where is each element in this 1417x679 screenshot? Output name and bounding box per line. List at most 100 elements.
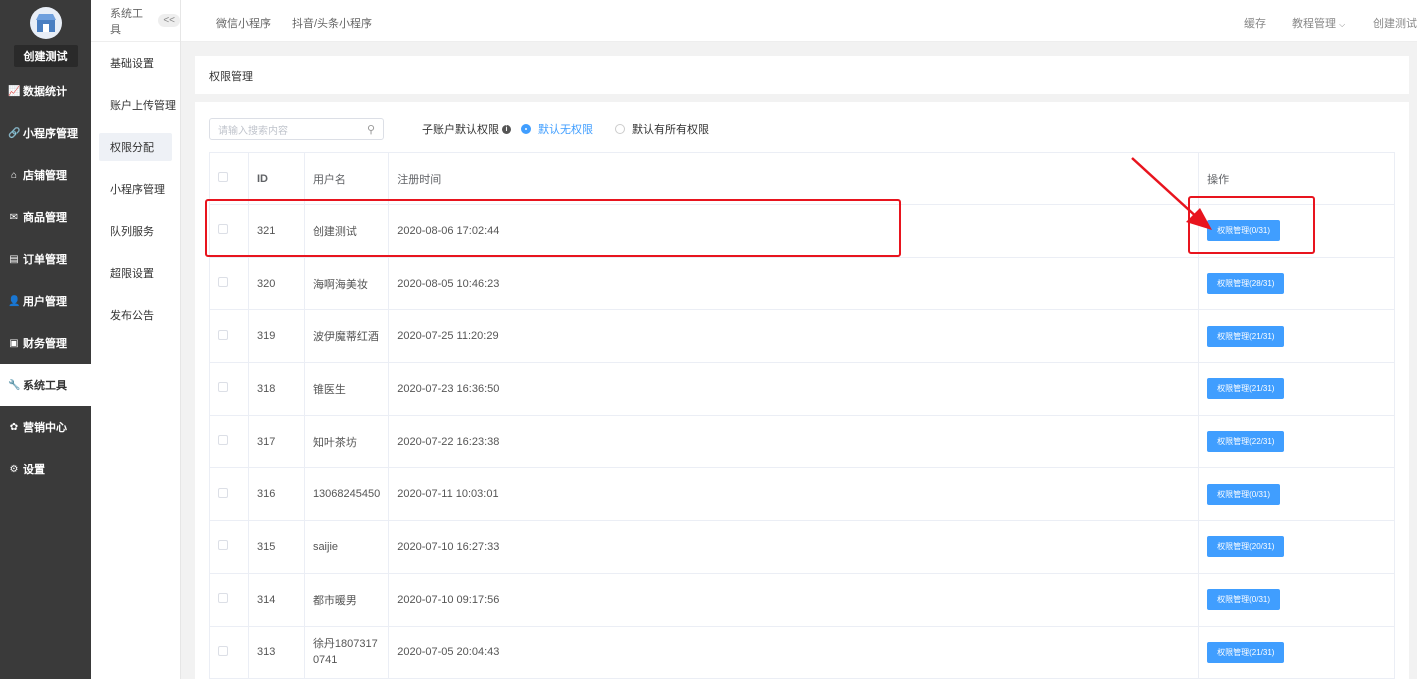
link-icon: 🔗 bbox=[8, 127, 21, 139]
permission-manage-button[interactable]: 权限管理(20/31) bbox=[1207, 536, 1285, 558]
user-name[interactable]: 创建测试 bbox=[1373, 15, 1417, 31]
table-row: 316 13068245450 2020-07-11 10:03:01 权限管理… bbox=[209, 467, 1395, 522]
default-perm-text: 子账户默认权限 bbox=[422, 124, 499, 136]
permission-manage-button[interactable]: 权限管理(0/31) bbox=[1207, 220, 1281, 242]
nav-item-orders[interactable]: ▤ 订单管理 bbox=[0, 238, 91, 280]
nav-item-marketing[interactable]: ✿ 营销中心 bbox=[0, 406, 91, 448]
table-row: 319 波伊魔蒂红酒 2020-07-25 11:20:29 权限管理(21/3… bbox=[209, 309, 1395, 364]
table-header-row: ID 用户名 注册时间 操作 bbox=[209, 152, 1395, 205]
cell-reg-time: 2020-08-06 17:02:44 bbox=[388, 204, 1200, 258]
wallet-icon: ▣ bbox=[9, 337, 19, 349]
cell-reg-time: 2020-07-22 16:23:38 bbox=[388, 414, 1200, 469]
search-placeholder: 请输入搜索内容 bbox=[218, 125, 288, 137]
table-row: 313 徐丹18073170741 2020-07-05 20:04:43 权限… bbox=[209, 625, 1395, 679]
cell-ops: 权限管理(0/31) bbox=[1198, 204, 1395, 258]
header-ops: 操作 bbox=[1198, 152, 1395, 205]
permission-manage-button[interactable]: 权限管理(0/31) bbox=[1207, 589, 1281, 611]
row-checkbox[interactable] bbox=[209, 256, 249, 311]
radio-label: 默认无权限 bbox=[538, 124, 593, 136]
logo-area: 创建测试 bbox=[0, 0, 91, 70]
user-icon: 👤 bbox=[8, 295, 21, 307]
nav-item-products[interactable]: ✉ 商品管理 bbox=[0, 196, 91, 238]
nav-label: 商品管理 bbox=[23, 212, 67, 224]
chevron-down-icon: ⌵ bbox=[1339, 20, 1346, 29]
nav-item-users[interactable]: 👤 用户管理 bbox=[0, 280, 91, 322]
info-icon[interactable]: i bbox=[502, 124, 511, 134]
tutorial-menu[interactable]: 教程管理 ⌵ bbox=[1292, 15, 1345, 31]
submenu-item-limits[interactable]: 超限设置 bbox=[91, 252, 180, 294]
nav-item-miniprogram[interactable]: 🔗 小程序管理 bbox=[0, 112, 91, 154]
nav-label: 小程序管理 bbox=[23, 128, 78, 140]
row-checkbox[interactable] bbox=[209, 414, 249, 469]
select-all-checkbox[interactable] bbox=[209, 152, 249, 205]
permission-manage-button[interactable]: 权限管理(22/31) bbox=[1207, 431, 1285, 453]
header-reg-time: 注册时间 bbox=[388, 152, 1200, 205]
table-row: 320 海啊海美妆 2020-08-05 10:46:23 权限管理(28/31… bbox=[209, 256, 1395, 311]
permission-manage-button[interactable]: 权限管理(21/31) bbox=[1207, 641, 1285, 663]
table-row: 321 创建测试 2020-08-06 17:02:44 权限管理(0/31) bbox=[209, 204, 1395, 258]
cell-username: 13068245450 bbox=[303, 467, 390, 522]
nav-label: 数据统计 bbox=[23, 86, 67, 98]
default-perm-label: 子账户默认权限 i bbox=[422, 121, 511, 137]
palette-icon: ✿ bbox=[9, 421, 19, 433]
permission-manage-button[interactable]: 权限管理(21/31) bbox=[1207, 325, 1285, 347]
wrench-icon: 🔧 bbox=[8, 379, 21, 391]
accounts-table: ID 用户名 注册时间 操作 321 创建测试 2020-08-06 17:02… bbox=[209, 152, 1395, 679]
cell-reg-time: 2020-07-11 10:03:01 bbox=[388, 467, 1200, 522]
row-checkbox[interactable] bbox=[209, 625, 249, 679]
nav-label: 店铺管理 bbox=[23, 170, 67, 182]
row-checkbox[interactable] bbox=[209, 520, 249, 574]
cell-id: 319 bbox=[247, 309, 305, 364]
checkbox-icon bbox=[218, 435, 228, 446]
table-row: 317 知叶茶坊 2020-07-22 16:23:38 权限管理(22/31) bbox=[209, 414, 1395, 469]
nav-item-store[interactable]: ⌂ 店铺管理 bbox=[0, 154, 91, 196]
list-icon: ▤ bbox=[9, 253, 19, 265]
submenu-item-announcement[interactable]: 发布公告 bbox=[91, 294, 180, 336]
shop-name-badge[interactable]: 创建测试 bbox=[13, 45, 78, 67]
submenu-item-basic-settings[interactable]: 基础设置 bbox=[91, 42, 180, 84]
cell-reg-time: 2020-07-10 09:17:56 bbox=[388, 572, 1200, 627]
cell-id: 320 bbox=[247, 256, 305, 311]
cell-username: 知叶茶坊 bbox=[303, 414, 390, 469]
submenu-item-queue[interactable]: 队列服务 bbox=[91, 210, 180, 252]
row-checkbox[interactable] bbox=[209, 362, 249, 416]
checkbox-icon bbox=[218, 382, 228, 393]
cell-username: 徐丹18073170741 bbox=[303, 625, 390, 679]
submenu-item-account-upload[interactable]: 账户上传管理 bbox=[91, 84, 180, 126]
cell-reg-time: 2020-07-05 20:04:43 bbox=[388, 625, 1200, 679]
collapse-button[interactable]: << bbox=[158, 14, 180, 27]
row-checkbox[interactable] bbox=[209, 309, 249, 364]
permission-manage-button[interactable]: 权限管理(0/31) bbox=[1207, 483, 1281, 505]
radio-checked-icon bbox=[521, 124, 531, 134]
radio-all-permission[interactable]: 默认有所有权限 bbox=[615, 121, 709, 137]
radio-label: 默认有所有权限 bbox=[632, 124, 709, 136]
row-checkbox[interactable] bbox=[209, 572, 249, 627]
submenu-item-miniprogram[interactable]: 小程序管理 bbox=[91, 168, 180, 210]
cell-id: 316 bbox=[247, 467, 305, 522]
radio-unchecked-icon bbox=[615, 124, 625, 134]
cell-ops: 权限管理(21/31) bbox=[1198, 362, 1395, 416]
page-title: 权限管理 bbox=[195, 56, 1409, 94]
cell-username: saijie bbox=[303, 520, 390, 574]
search-input[interactable]: 请输入搜索内容 ⚲ bbox=[209, 118, 384, 140]
tab-wechat[interactable]: 微信小程序 bbox=[216, 15, 271, 31]
mail-icon: ✉ bbox=[9, 211, 19, 223]
submenu-item-permissions[interactable]: 权限分配 bbox=[99, 133, 172, 161]
nav-item-settings[interactable]: ⚙ 设置 bbox=[0, 448, 91, 490]
submenu-title: 系统工具 bbox=[110, 7, 143, 36]
nav-item-system-tools[interactable]: 🔧 系统工具 bbox=[0, 364, 91, 406]
permission-manage-button[interactable]: 权限管理(28/31) bbox=[1207, 273, 1285, 295]
nav-item-finance[interactable]: ▣ 财务管理 bbox=[0, 322, 91, 364]
tab-douyin[interactable]: 抖音/头条小程序 bbox=[292, 15, 372, 31]
permission-manage-button[interactable]: 权限管理(21/31) bbox=[1207, 378, 1285, 400]
row-checkbox[interactable] bbox=[209, 204, 249, 258]
search-icon[interactable]: ⚲ bbox=[367, 123, 375, 136]
store-logo-icon[interactable] bbox=[29, 7, 62, 39]
nav-item-stats[interactable]: 📈 数据统计 bbox=[0, 70, 91, 112]
nav-label: 设置 bbox=[23, 464, 45, 476]
main-panel: 请输入搜索内容 ⚲ 子账户默认权限 i 默认无权限 默认有所有权限 ID 用户名… bbox=[195, 102, 1409, 679]
radio-no-permission[interactable]: 默认无权限 bbox=[521, 121, 593, 137]
cache-link[interactable]: 缓存 bbox=[1244, 15, 1266, 31]
cell-ops: 权限管理(28/31) bbox=[1198, 256, 1395, 311]
row-checkbox[interactable] bbox=[209, 467, 249, 522]
